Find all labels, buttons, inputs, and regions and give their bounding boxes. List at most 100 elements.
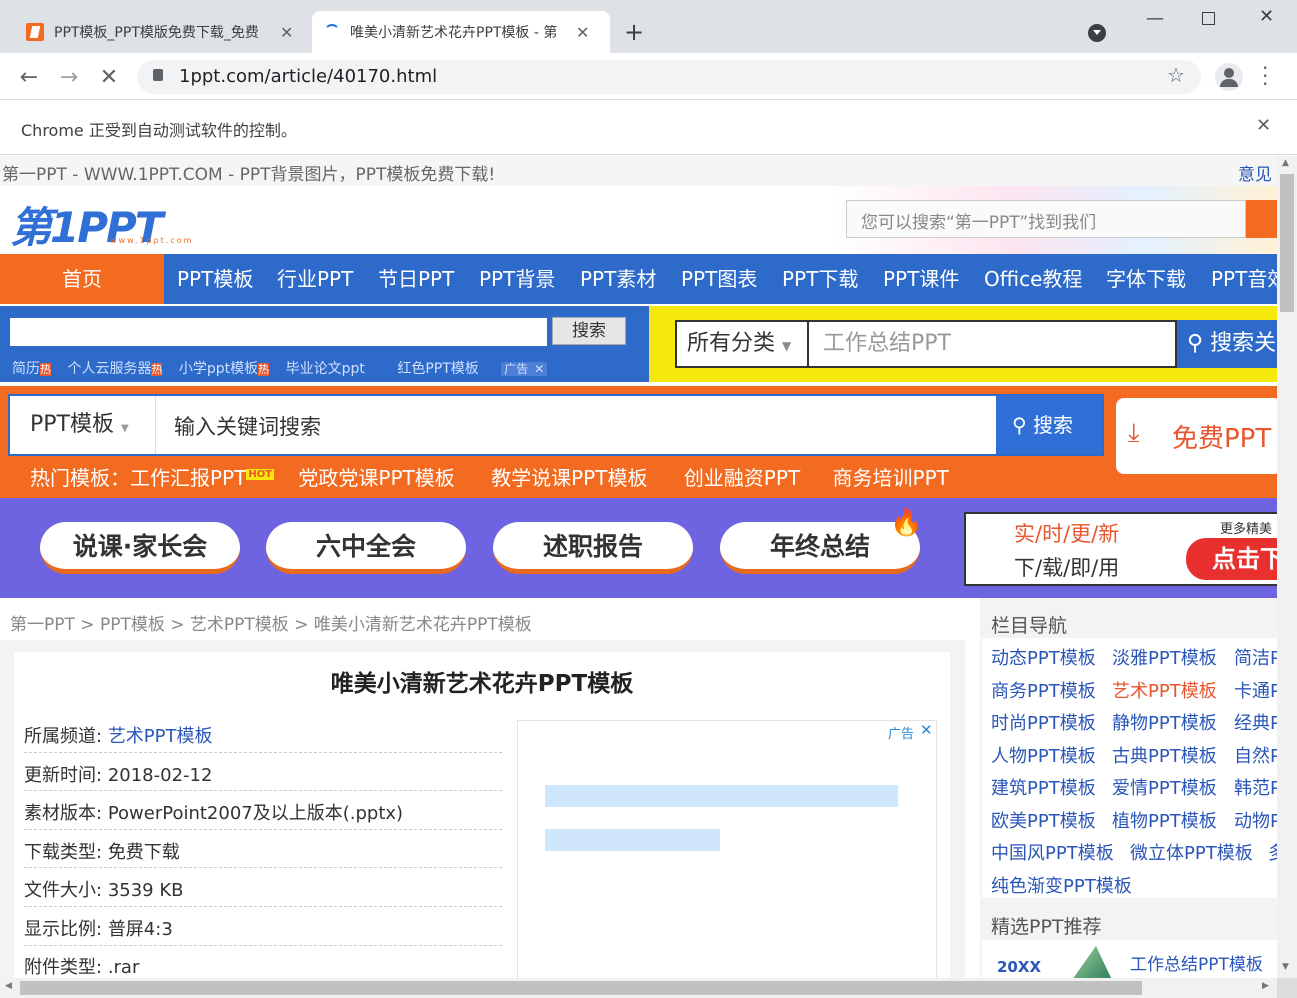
breadcrumb-item[interactable]: 艺术PPT模板 bbox=[190, 615, 289, 635]
category-link[interactable]: 古典PPT模板 bbox=[1112, 742, 1217, 768]
category-link[interactable]: 自然P bbox=[1234, 742, 1277, 768]
category-link[interactable]: 爱情PPT模板 bbox=[1112, 774, 1217, 800]
header-search-button[interactable] bbox=[1246, 200, 1277, 238]
automation-infobar: Chrome 正受到自动测试软件的控制。 ✕ bbox=[0, 100, 1297, 155]
hot-link[interactable]: 工作汇报PPT bbox=[130, 466, 246, 490]
minimize-icon[interactable]: — bbox=[1146, 8, 1164, 29]
category-link[interactable]: 简洁P bbox=[1234, 644, 1277, 670]
ad-link[interactable]: 红色PPT模板 bbox=[397, 361, 478, 377]
ad-link[interactable]: 简历 bbox=[12, 361, 40, 377]
hot-link[interactable]: 创业融资PPT bbox=[684, 466, 800, 490]
infobar-close-icon[interactable]: ✕ bbox=[1256, 115, 1271, 136]
category-link[interactable]: 人物PPT模板 bbox=[991, 742, 1096, 768]
category-search-input[interactable]: 工作总结PPT bbox=[809, 320, 1177, 368]
free-ppt-button[interactable]: ⤓ 免费PPT bbox=[1114, 396, 1277, 476]
category-link[interactable]: 动态PPT模板 bbox=[991, 644, 1096, 670]
close-icon[interactable]: ✕ bbox=[280, 23, 293, 42]
channel-link[interactable]: 艺术PPT模板 bbox=[108, 726, 213, 747]
pill-parent-meeting[interactable]: 说课·家长会 bbox=[40, 522, 240, 574]
header-search-input[interactable]: 您可以搜索“第一PPT”找到我们 bbox=[846, 200, 1246, 238]
nav-industry[interactable]: 行业PPT bbox=[277, 254, 353, 304]
address-bar[interactable]: 1ppt.com/article/40170.html ☆ bbox=[137, 60, 1201, 94]
category-link[interactable]: 韩范P bbox=[1234, 774, 1277, 800]
back-arrow-icon[interactable]: ← bbox=[14, 62, 44, 92]
breadcrumb-item[interactable]: 第一PPT bbox=[10, 615, 75, 635]
download-icon: ⤓ bbox=[1128, 418, 1140, 448]
category-link[interactable]: 中国风PPT模板 bbox=[991, 839, 1114, 865]
tab-search-icon[interactable] bbox=[1088, 24, 1106, 42]
ad-search-input[interactable] bbox=[10, 318, 547, 346]
scroll-down-icon[interactable]: ▼ bbox=[1282, 962, 1289, 972]
banner-search-button[interactable]: ⚲ 搜索 bbox=[996, 396, 1102, 454]
maximize-icon[interactable] bbox=[1202, 12, 1215, 25]
hot-link[interactable]: 党政党课PPT模板 bbox=[298, 466, 454, 490]
ad-mark: 广告 bbox=[501, 362, 532, 376]
scrollbar-thumb[interactable] bbox=[20, 981, 1142, 995]
category-link[interactable]: 建筑PPT模板 bbox=[991, 774, 1096, 800]
forward-arrow-icon[interactable]: → bbox=[54, 62, 84, 92]
side-ad[interactable]: 实/时/更/新 下/载/即/用 更多精美 点击下 bbox=[964, 512, 1277, 586]
category-link[interactable]: 欧美PPT模板 bbox=[991, 807, 1096, 833]
scroll-up-icon[interactable]: ▲ bbox=[1282, 158, 1289, 168]
nav-backgrounds[interactable]: PPT背景 bbox=[479, 254, 555, 304]
horizontal-scrollbar[interactable]: ◀ ▶ bbox=[0, 978, 1277, 998]
recommend-link[interactable]: 工作总结PPT模板 bbox=[1130, 950, 1263, 975]
category-link[interactable]: 动物P bbox=[1234, 807, 1277, 833]
new-tab-plus-icon[interactable]: + bbox=[624, 18, 644, 46]
category-link[interactable]: 纯色渐变PPT模板 bbox=[991, 872, 1132, 898]
ad-link[interactable]: 毕业论文ppt bbox=[286, 361, 365, 377]
nav-ppt-templates[interactable]: PPT模板 bbox=[177, 254, 253, 304]
ad-search-button[interactable]: 搜索 bbox=[552, 317, 626, 345]
nav-materials[interactable]: PPT素材 bbox=[580, 254, 656, 304]
category-link[interactable]: 淡雅PPT模板 bbox=[1112, 644, 1217, 670]
ad-link[interactable]: 小学ppt模板 bbox=[179, 361, 258, 377]
field-label: 素材版本: bbox=[24, 803, 103, 824]
ad-close-icon[interactable]: ✕ bbox=[920, 721, 933, 739]
menu-dots-icon[interactable]: · · · bbox=[1262, 58, 1268, 94]
ad-close-icon[interactable]: ✕ bbox=[531, 362, 548, 376]
profile-avatar-icon[interactable] bbox=[1215, 63, 1243, 91]
category-link[interactable]: 植物PPT模板 bbox=[1112, 807, 1217, 833]
category-link[interactable]: 微立体PPT模板 bbox=[1130, 839, 1253, 865]
category-select[interactable]: 所有分类 ▼ bbox=[675, 320, 809, 368]
category-link[interactable]: 卡通P bbox=[1234, 677, 1277, 703]
pill-report[interactable]: 述职报告 bbox=[493, 522, 693, 574]
banner-select[interactable]: PPT模板 ▼ bbox=[10, 396, 156, 454]
nav-sounds[interactable]: PPT音效 bbox=[1211, 254, 1277, 304]
hot-link[interactable]: 商务培训PPT bbox=[833, 466, 949, 490]
bookmark-star-icon[interactable]: ☆ bbox=[1167, 63, 1185, 87]
site-logo[interactable]: 第1PPT www.1ppt.com bbox=[10, 194, 220, 252]
category-link[interactable]: 经典P bbox=[1234, 709, 1277, 735]
scroll-right-icon[interactable]: ▶ bbox=[1262, 981, 1269, 991]
nav-home[interactable]: 首页 bbox=[62, 254, 102, 304]
tab-1[interactable]: PPT模板_PPT模版免费下载_免费 ✕ bbox=[14, 11, 310, 53]
scroll-left-icon[interactable]: ◀ bbox=[5, 981, 12, 991]
close-icon[interactable]: ✕ bbox=[576, 23, 589, 42]
nav-courseware[interactable]: PPT课件 bbox=[883, 254, 959, 304]
scrollbar-thumb[interactable] bbox=[1280, 174, 1294, 312]
nav-holiday[interactable]: 节日PPT bbox=[378, 254, 454, 304]
category-link[interactable]: 静物PPT模板 bbox=[1112, 709, 1217, 735]
banner-search-input[interactable]: 输入关键词搜索 bbox=[174, 411, 321, 441]
category-link-active[interactable]: 艺术PPT模板 bbox=[1112, 677, 1217, 703]
nav-office[interactable]: Office教程 bbox=[984, 254, 1082, 304]
side-ad-button[interactable]: 点击下 bbox=[1186, 538, 1277, 580]
pill-plenum[interactable]: 六中全会 bbox=[266, 522, 466, 574]
window-close-icon[interactable]: ✕ bbox=[1259, 6, 1274, 27]
feedback-link[interactable]: 意见 bbox=[1238, 160, 1272, 185]
nav-fonts[interactable]: 字体下载 bbox=[1106, 254, 1186, 304]
nav-download[interactable]: PPT下载 bbox=[782, 254, 858, 304]
breadcrumb-item[interactable]: PPT模板 bbox=[100, 615, 165, 635]
header-search-placeholder: 您可以搜索“第一PPT”找到我们 bbox=[861, 213, 1097, 233]
category-search-button[interactable]: ⚲ 搜索关 bbox=[1177, 320, 1277, 368]
category-link[interactable]: 时尚PPT模板 bbox=[991, 709, 1096, 735]
category-link[interactable]: 多 bbox=[1268, 839, 1277, 865]
ad-link[interactable]: 个人云服务器 bbox=[67, 361, 151, 377]
tab-2-active[interactable]: 唯美小清新艺术花卉PPT模板 - 第 ✕ bbox=[312, 11, 610, 53]
stop-loading-icon[interactable]: ✕ bbox=[94, 62, 124, 92]
category-link[interactable]: 商务PPT模板 bbox=[991, 677, 1096, 703]
recommend-item[interactable]: 20XX 工作总结PPT模板 bbox=[982, 940, 1277, 978]
hot-link[interactable]: 教学说课PPT模板 bbox=[491, 466, 647, 490]
nav-charts[interactable]: PPT图表 bbox=[681, 254, 757, 304]
vertical-scrollbar[interactable]: ▲ ▼ bbox=[1277, 156, 1297, 978]
